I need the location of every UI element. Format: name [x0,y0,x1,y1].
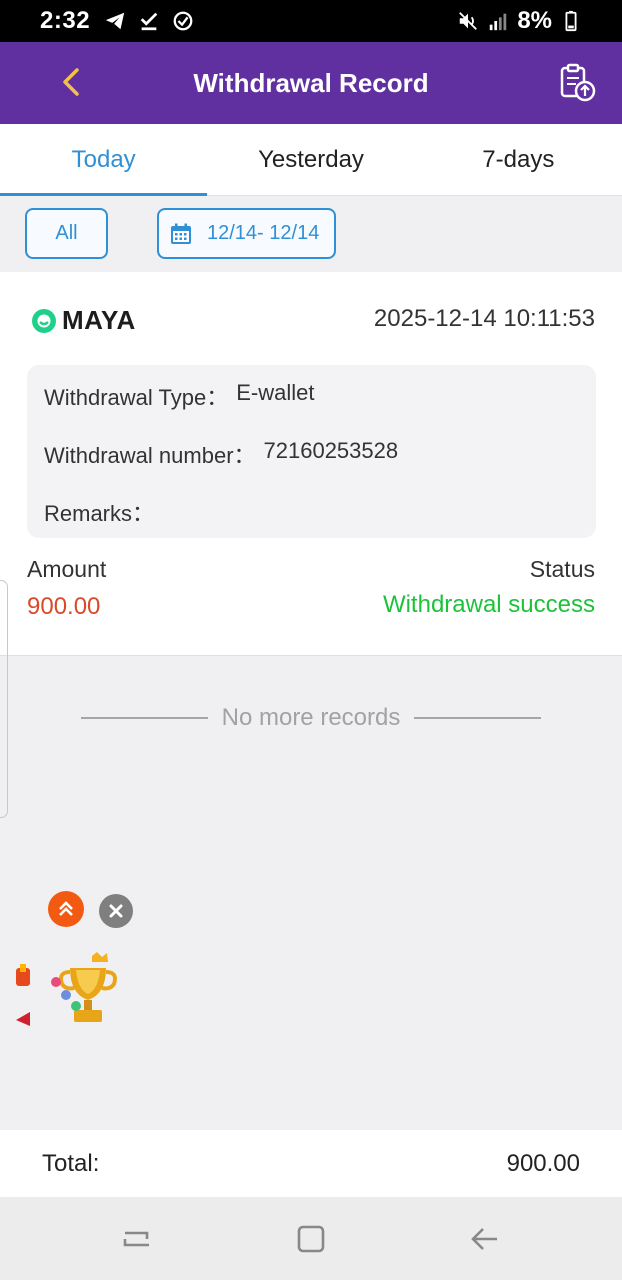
close-icon [109,904,123,918]
battery-percent: 8% [517,7,552,34]
date-range-label: 12/14- 12/14 [207,222,320,244]
record-datetime: 2025-12-14 10:11:53 [373,305,595,332]
system-navigation-bar [0,1197,622,1280]
amount-value: 900.00 [27,593,101,620]
scroll-top-button[interactable] [48,891,84,927]
withdrawal-number-label: Withdrawal number： [44,443,256,468]
mute-icon [459,12,478,30]
double-chevron-up-icon [59,901,73,916]
maya-logo-icon [32,308,56,333]
withdrawal-number-row: Withdrawal number： 72160253528 [44,438,398,470]
home-icon[interactable] [291,1219,331,1259]
record-details: Withdrawal Type： E-wallet Withdrawal num… [27,365,596,538]
withdrawal-type-value: E-wallet [236,380,315,405]
list-end-indicator: No more records [0,700,622,736]
clipboard-upload-icon[interactable] [556,62,598,104]
remarks-row: Remarks： [44,496,162,528]
divider-right [414,717,542,719]
tab-yesterday[interactable]: Yesterday [207,124,414,195]
filter-all-button[interactable]: All [25,208,108,259]
download-done-icon [140,12,158,31]
check-circle-icon [173,11,193,31]
page-title: Withdrawal Record [193,67,429,98]
total-label: Total: [42,1150,100,1177]
status-time: 2:32 [40,7,91,34]
date-range-button[interactable]: 12/14- 12/14 [157,208,336,259]
back-arrow-icon[interactable] [465,1219,505,1259]
close-floating-button[interactable] [99,894,133,928]
recent-apps-icon[interactable] [117,1219,157,1259]
battery-icon [565,10,577,32]
status-value: Withdrawal success [382,591,595,618]
payment-method: MAYA [30,305,136,336]
total-summary: Total: 900.00 [0,1130,622,1197]
amount-label: Amount [27,556,107,582]
payment-method-name: MAYA [62,305,136,335]
withdrawal-number-value: 72160253528 [263,438,399,463]
tab-today[interactable]: Today [0,124,208,196]
withdrawal-record-card: MAYA 2025-12-14 10:11:53 Withdrawal Type… [0,272,622,656]
telegram-icon [105,12,125,30]
trophy-leaderboard-icon[interactable] [50,950,120,1030]
lte-signal-icon [490,13,507,31]
status-bar: 2:32 8% [0,0,622,42]
filter-row: All 12/14- 12/14 [0,196,622,272]
calendar-icon [171,223,191,244]
promo-gift-icon [16,964,30,1026]
remarks-label: Remarks： [44,501,155,526]
no-more-records-text: No more records [221,704,401,731]
withdrawal-type-label: Withdrawal Type： [44,385,229,410]
tab-7-days[interactable]: 7-days [415,124,622,195]
back-chevron-icon[interactable] [54,64,90,100]
total-value: 900.00 [506,1150,580,1177]
divider-left [80,717,208,719]
date-tabs: Today Yesterday 7-days [0,124,622,196]
status-label: Status [529,556,595,582]
app-header: Withdrawal Record [0,42,622,124]
side-drawer-handle[interactable] [0,580,8,818]
withdrawal-type-row: Withdrawal Type： E-wallet [44,380,314,412]
